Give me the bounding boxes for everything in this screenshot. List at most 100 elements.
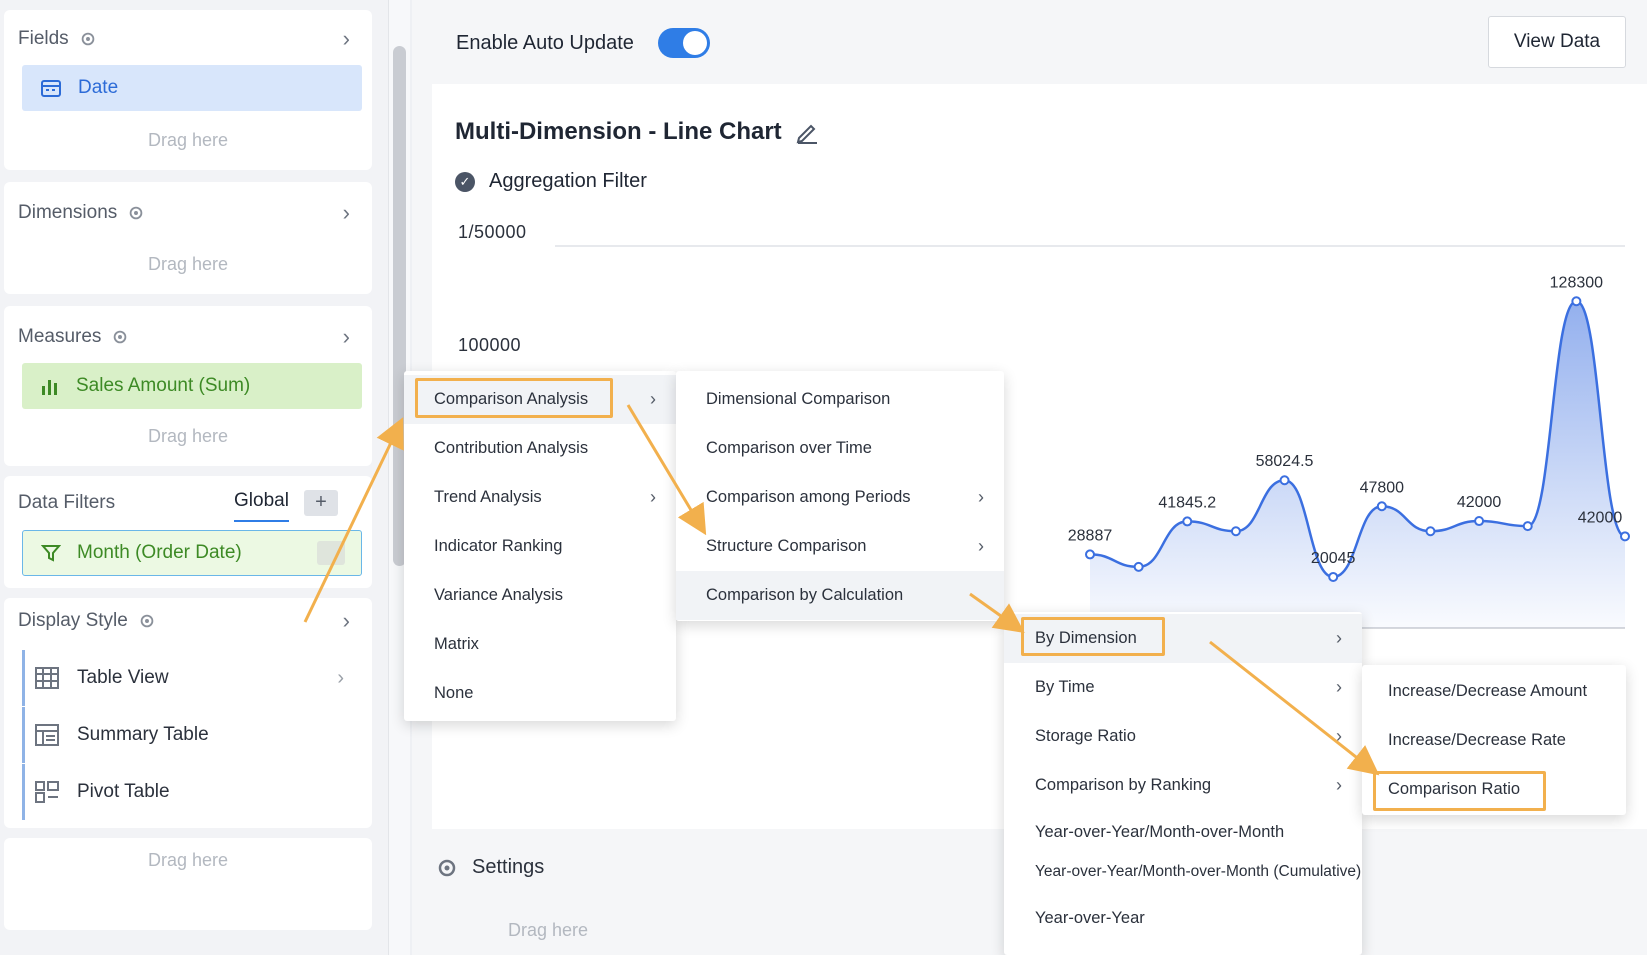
chevron-right-icon[interactable]: › (343, 608, 350, 634)
gear-icon (438, 859, 456, 876)
dimensions-section: Dimensions › Drag here (4, 182, 372, 294)
pencil-icon[interactable] (795, 120, 819, 144)
menu-item-comparison-among-periods[interactable]: Comparison among Periods › (676, 473, 1004, 522)
y-tick-label: 1/50000 (458, 222, 527, 242)
menu-item-matrix[interactable]: Matrix (404, 620, 676, 669)
auto-update-toggle[interactable] (658, 28, 710, 58)
menu-item-label: Comparison over Time (706, 439, 872, 457)
menu-item-label: By Time (1035, 678, 1095, 696)
measure-sales-amount[interactable]: Sales Amount (Sum) (22, 363, 362, 409)
style-item-label: Pivot Table (77, 781, 170, 802)
style-table-view[interactable]: Table View › (22, 650, 362, 706)
menu-item-variance-analysis[interactable]: Variance Analysis (404, 571, 676, 620)
style-pivot-table[interactable]: Pivot Table (22, 764, 362, 820)
menu-item-trend-analysis[interactable]: Trend Analysis › (404, 473, 676, 522)
aggregation-filter[interactable]: ✓ Aggregation Filter (455, 170, 647, 193)
field-date[interactable]: Date (22, 65, 362, 111)
menu-item-label: Comparison Analysis (434, 390, 589, 408)
menu-item-label: Year-over-Year (1035, 909, 1145, 927)
chevron-right-icon: › (1336, 726, 1342, 746)
settings-drop-zone[interactable]: Drag here (432, 920, 664, 941)
by-dimension-submenu: Increase/Decrease Amount Increase/Decrea… (1362, 665, 1626, 815)
dimensions-drop-zone[interactable]: Drag here (4, 254, 372, 275)
settings-label: Settings (472, 856, 545, 878)
gear-icon[interactable] (111, 328, 129, 346)
add-filter-icon[interactable]: + (304, 490, 338, 516)
menu-item-label: Comparison Ratio (1388, 780, 1521, 798)
toggle-knob (683, 31, 707, 55)
menu-item-comparison-by-calculation[interactable]: Comparison by Calculation (676, 571, 1004, 620)
style-item-label: Summary Table (77, 724, 209, 745)
measure-label: Sales Amount (Sum) (76, 375, 251, 396)
tab-global[interactable]: Global (234, 490, 289, 522)
filter-month-order-date[interactable]: Month (Order Date) (22, 530, 362, 576)
menu-item-comparison-analysis[interactable]: Comparison Analysis › (404, 375, 676, 424)
measures-section: Measures › Sales Amount (Sum) Drag here (4, 306, 372, 466)
style-item-label: Table View (77, 667, 169, 688)
menu-item-label: Contribution Analysis (434, 439, 589, 457)
chevron-right-icon: › (650, 487, 656, 507)
menu-item-none[interactable]: None (404, 669, 676, 718)
funnel-icon (41, 545, 61, 562)
menu-item-label: Year-over-Year/Month-over-Month (1035, 823, 1285, 841)
field-panel: Fields › Date Drag here Dimensions › Dra… (0, 0, 388, 955)
chevron-right-icon[interactable]: › (343, 324, 350, 350)
extra-section: Drag here (4, 838, 372, 930)
fields-drop-zone[interactable]: Drag here (4, 130, 372, 151)
menu-item-increase-decrease-amount[interactable]: Increase/Decrease Amount (1362, 667, 1626, 716)
chart-title: Multi-Dimension - Line Chart (455, 118, 782, 145)
menu-item-label: Trend Analysis (434, 488, 542, 506)
chevron-right-icon: › (1336, 677, 1342, 697)
menu-item-label: Dimensional Comparison (706, 390, 891, 408)
menu-item-contribution-analysis[interactable]: Contribution Analysis (404, 424, 676, 473)
chevron-right-icon[interactable]: › (343, 200, 350, 226)
calendar-icon (41, 80, 61, 97)
display-drop-zone[interactable]: Drag here (4, 850, 372, 871)
gear-icon[interactable] (79, 30, 97, 48)
data-filters-title: Data Filters (18, 492, 116, 513)
menu-item-comparison-ratio[interactable]: Comparison Ratio (1362, 765, 1626, 814)
menu-item-label: Storage Ratio (1035, 727, 1136, 745)
menu-item-label: Increase/Decrease Amount (1388, 682, 1588, 700)
chevron-right-icon: › (337, 666, 344, 689)
menu-item-label: Comparison by Ranking (1035, 776, 1212, 794)
menu-item-label: Increase/Decrease Rate (1388, 731, 1566, 749)
filter-menu-icon[interactable] (317, 541, 345, 565)
menu-item-indicator-ranking[interactable]: Indicator Ranking (404, 522, 676, 571)
menu-item-dimensional-comparison[interactable]: Dimensional Comparison (676, 375, 1004, 424)
pivot-table-icon (35, 781, 59, 803)
aggregation-filter-label: Aggregation Filter (489, 170, 647, 192)
summary-table-icon (35, 724, 59, 746)
chevron-right-icon[interactable]: › (343, 26, 350, 52)
menu-item-storage-ratio[interactable]: Storage Ratio › (1004, 712, 1362, 761)
menu-item-comparison-over-time[interactable]: Comparison over Time (676, 424, 1004, 473)
menu-item-by-time[interactable]: By Time › (1004, 663, 1362, 712)
auto-update-label: Enable Auto Update (456, 32, 634, 54)
field-date-label: Date (78, 77, 119, 98)
menu-item-label: By Dimension (1035, 629, 1137, 647)
bar-chart-icon (42, 380, 57, 395)
menu-item-label: Comparison among Periods (706, 488, 911, 506)
measures-drop-zone[interactable]: Drag here (4, 426, 372, 447)
menu-item-yoy[interactable]: Year-over-Year (1004, 894, 1362, 943)
style-summary-table[interactable]: Summary Table (22, 707, 362, 763)
menu-item-by-dimension[interactable]: By Dimension › (1004, 614, 1362, 663)
settings-button[interactable]: Settings (436, 856, 544, 879)
fields-section: Fields › Date Drag here (4, 10, 372, 170)
menu-item-increase-decrease-rate[interactable]: Increase/Decrease Rate (1362, 716, 1626, 765)
dimensions-title: Dimensions (18, 202, 118, 223)
gear-icon[interactable] (138, 612, 156, 630)
gear-icon[interactable] (127, 204, 145, 222)
menu-item-comparison-by-ranking[interactable]: Comparison by Ranking › (1004, 761, 1362, 810)
chevron-right-icon: › (1336, 628, 1342, 648)
display-style-title: Display Style (18, 610, 128, 631)
menu-item-structure-comparison[interactable]: Structure Comparison › (676, 522, 1004, 571)
view-data-button[interactable]: View Data (1488, 16, 1626, 68)
menu-item-label: Variance Analysis (434, 586, 564, 604)
menu-item-label: Matrix (434, 635, 479, 653)
menu-item-yoy-mom-cumulative[interactable]: Year-over-Year/Month-over-Month (Cumulat… (1004, 847, 1362, 896)
menu-item-label: Comparison by Calculation (706, 586, 904, 604)
chevron-right-icon: › (978, 487, 984, 507)
data-filters-section: Data Filters Global + Month (Order Date) (4, 476, 372, 588)
measures-title: Measures (18, 326, 102, 347)
